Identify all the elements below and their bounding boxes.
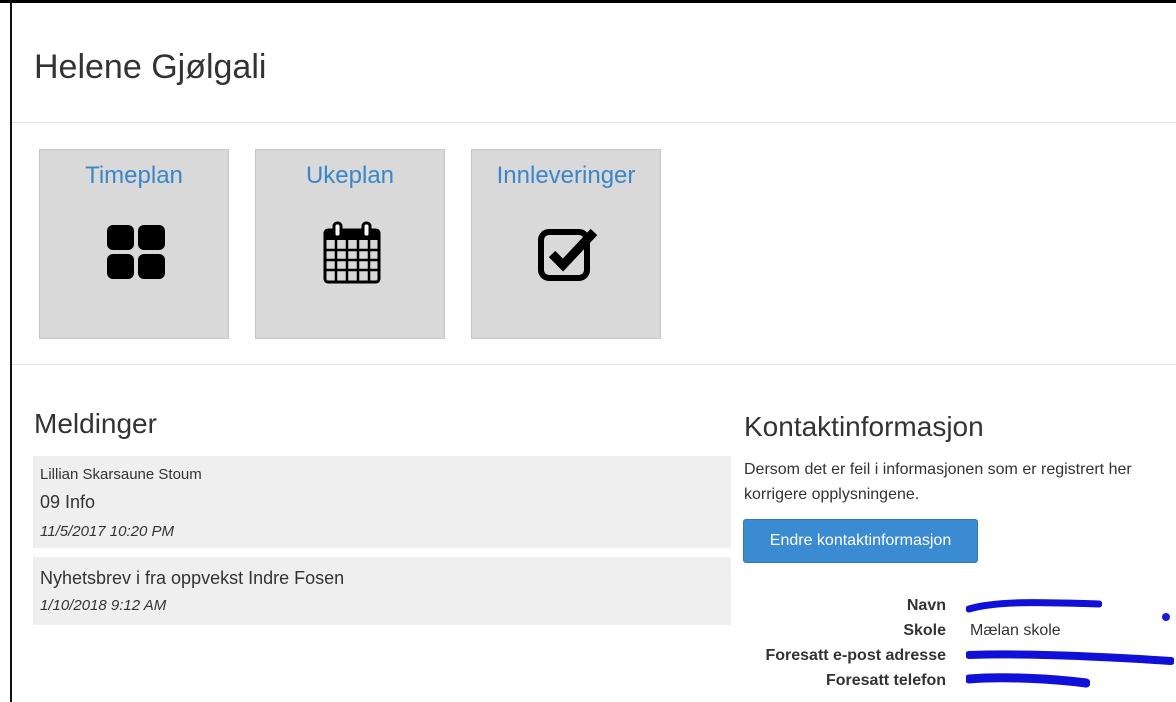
contact-description: Dersom det er feil i informasjonen som e…: [744, 461, 1132, 503]
bullet-dot: [1162, 613, 1170, 621]
messages-heading: Meldinger: [34, 408, 157, 439]
divider: [12, 122, 1176, 123]
calendar-icon: [320, 220, 384, 284]
contact-heading: Kontaktinformasjon: [744, 411, 984, 442]
message-item[interactable]: Lillian Skarsaune Stoum 09 Info 11/5/201…: [33, 456, 731, 548]
field-label-navn: Navn: [906, 597, 946, 614]
message-subject: 09 Info: [40, 492, 96, 512]
grid-icon: [104, 220, 168, 284]
redaction-mark: [966, 599, 1102, 613]
tile-ukeplan[interactable]: Ukeplan: [255, 149, 445, 339]
edit-contact-button[interactable]: Endre kontaktinformasjon: [743, 519, 978, 563]
message-sender: Lillian Skarsaune Stoum: [40, 466, 202, 483]
checkbox-icon: [536, 220, 600, 284]
tile-label: Ukeplan: [305, 162, 395, 189]
field-label-telefon: Foresatt telefon: [825, 672, 946, 689]
message-subject: Nyhetsbrev i fra oppvekst Indre Fosen: [40, 568, 345, 588]
message-date: 1/10/2018 9:12 AM: [40, 597, 167, 614]
field-value-skole: Mælan skole: [970, 622, 1061, 639]
frame-left-border: [10, 0, 12, 702]
field-label-epost: Foresatt e-post adresse: [765, 647, 946, 664]
redaction-mark: [966, 673, 1090, 688]
tile-timeplan[interactable]: Timeplan: [39, 149, 229, 339]
tile-label: Timeplan: [85, 162, 183, 189]
redaction-mark: [966, 650, 1174, 665]
tile-innleveringer[interactable]: Innleveringer: [471, 149, 661, 339]
message-date: 11/5/2017 10:20 PM: [40, 523, 174, 540]
tile-label: Innleveringer: [496, 162, 636, 189]
divider: [12, 364, 1176, 365]
page-title: Helene Gjølgali: [34, 48, 267, 86]
field-label-skole: Skole: [903, 622, 946, 639]
frame-top-border: [0, 0, 1176, 3]
message-item[interactable]: Nyhetsbrev i fra oppvekst Indre Fosen 1/…: [33, 557, 731, 625]
